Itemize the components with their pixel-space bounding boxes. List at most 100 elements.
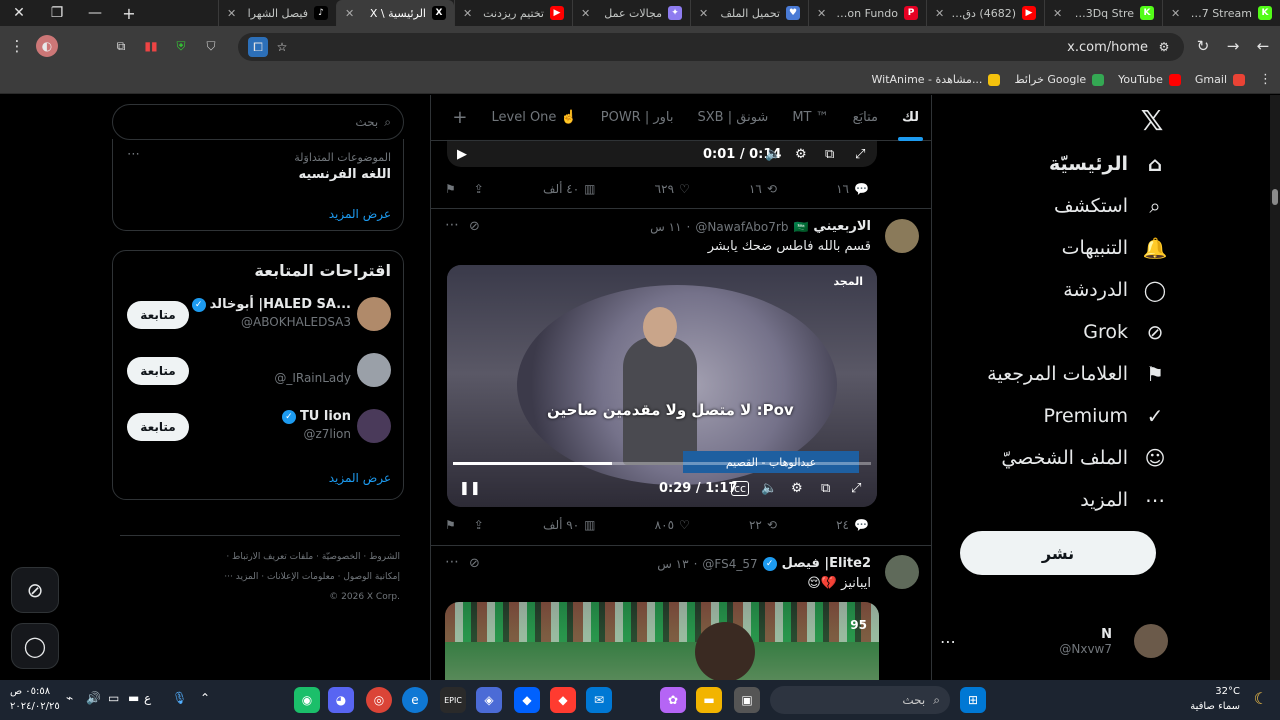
more-dots-icon[interactable]: ⋯: [445, 554, 459, 570]
bookmark-item[interactable]: WitAnime - مشاهدة...: [872, 73, 1001, 86]
install-app-icon[interactable]: ⧠: [248, 37, 268, 57]
tab-close-icon[interactable]: ✕: [227, 7, 237, 20]
bookmark-item[interactable]: خرائط Google: [1014, 73, 1105, 86]
timeline-tab[interactable]: Level One ☝️: [480, 95, 589, 141]
app-icon[interactable]: ◈: [476, 687, 502, 713]
captions-icon[interactable]: cc: [731, 480, 750, 496]
scrollbar-thumb[interactable]: [1272, 189, 1278, 205]
like-button[interactable]: ♡ ٦٢٩: [655, 182, 690, 196]
suggestion-name-row[interactable]: أبوخالد |HALED SA... ✓: [191, 297, 351, 312]
address-bar[interactable]: ⧠ ☆ x.com/home ⚙: [238, 33, 1184, 61]
new-tab-button[interactable]: +: [114, 0, 144, 26]
play-icon[interactable]: ▶: [457, 147, 467, 162]
shield-icon[interactable]: ⛨: [170, 35, 192, 57]
epic-games-icon[interactable]: EPIC: [440, 687, 466, 713]
tab-close-icon[interactable]: ✕: [1053, 7, 1063, 20]
reply-button[interactable]: 💬 ٢٤: [836, 518, 869, 532]
menu-icon[interactable]: ⋮: [2, 31, 32, 61]
taskbar-search[interactable]: ⌕ بحث: [770, 686, 950, 714]
clock[interactable]: ٠٥:٥٨ ص ٢٠٢٤/٠٢/٢٥: [10, 684, 60, 714]
share-icon[interactable]: ⇪: [474, 518, 484, 532]
nav-item[interactable]: ⋯ المزيد: [1080, 487, 1168, 513]
suggestion-name-row[interactable]: TU lion ✓: [281, 409, 351, 424]
nav-item[interactable]: ◯ الدردشة: [1063, 277, 1168, 303]
post-author-handle[interactable]: @NawafAbo7rb: [695, 220, 788, 234]
forward-icon[interactable]: →: [1218, 31, 1248, 61]
nav-item[interactable]: ✓ Premium: [1043, 403, 1168, 429]
nav-item[interactable]: ☺ الملف الشخصيّ: [1001, 445, 1168, 471]
dropbox-icon[interactable]: ◆: [514, 687, 540, 713]
account-switcher[interactable]: N @Nxvw7 ⋯: [940, 621, 1168, 661]
settings-icon[interactable]: ⚙: [795, 147, 807, 162]
tab-close-icon[interactable]: ✕: [345, 7, 355, 20]
footer-line[interactable]: الشروط · الخصوصيّة · ملفات تعريف الارتبا…: [120, 547, 400, 567]
back-icon[interactable]: ←: [1248, 31, 1278, 61]
more-dots-icon[interactable]: ⋯: [940, 632, 956, 651]
grok-icon[interactable]: ⊘: [469, 219, 480, 234]
window-close-button[interactable]: ✕: [0, 0, 38, 26]
windows-start-icon[interactable]: ⊞: [960, 687, 986, 713]
task-view-icon[interactable]: ▣: [734, 687, 760, 713]
scrollbar[interactable]: [1270, 95, 1280, 680]
tab-close-icon[interactable]: ✕: [1171, 7, 1181, 20]
browser-tab[interactable]: K MSA3Dq Stre ✕: [1044, 0, 1162, 26]
extensions-icon[interactable]: ⧉: [110, 35, 132, 57]
search-input[interactable]: ⌕ بحث: [112, 104, 404, 140]
browser-tab[interactable]: K Nxv7 Stream ✕: [1162, 0, 1280, 26]
whatsapp-icon[interactable]: ◉: [294, 687, 320, 713]
outlook-icon[interactable]: ✉: [586, 687, 612, 713]
settings-icon[interactable]: ⚙: [791, 481, 803, 496]
nav-item[interactable]: 🔔 التنبيهات: [1062, 235, 1168, 261]
display-icon[interactable]: ▭: [108, 691, 119, 705]
post-time[interactable]: ١١ س: [650, 220, 681, 234]
bookmark-item[interactable]: Gmail: [1195, 73, 1245, 86]
more-dots-icon[interactable]: ⋯: [445, 217, 459, 233]
repost-button[interactable]: ⟲ ٢٢: [749, 518, 777, 532]
network-icon[interactable]: ⌁: [66, 691, 73, 705]
show-more-link[interactable]: عرض المزيد: [329, 207, 391, 221]
browser-tab[interactable]: ✦ مجالات عمل ✕: [572, 0, 690, 26]
post-video[interactable]: المجد Pov: لا متصل ولا مقدمين صاحين عبدا…: [447, 265, 877, 507]
trend-topic[interactable]: اللغه الفرنسيه: [299, 167, 391, 182]
browser-tab[interactable]: ▶ (4682) دق دق ✕: [926, 0, 1044, 26]
chevron-up-icon[interactable]: ⌃: [200, 691, 210, 705]
discord-icon[interactable]: ◕: [328, 687, 354, 713]
suggestion-avatar[interactable]: [357, 409, 391, 443]
nav-item[interactable]: ⌂ الرئيسيّة: [1049, 151, 1168, 177]
browser-tab[interactable]: ♥ تحميل الملف ✕: [690, 0, 808, 26]
follow-button[interactable]: متابعة: [127, 357, 189, 385]
fullscreen-icon[interactable]: ⤢: [851, 481, 861, 496]
tab-close-icon[interactable]: ✕: [935, 7, 945, 20]
weather-widget[interactable]: 32°C سماء صافية: [1190, 684, 1240, 714]
grok-float-button[interactable]: ⊘: [11, 567, 59, 613]
post-author-name[interactable]: فيصل |Elite2: [782, 556, 871, 571]
extension-bars-icon[interactable]: ▮▮: [140, 35, 162, 57]
post-video[interactable]: 95: [445, 602, 879, 680]
tab-close-icon[interactable]: ✕: [817, 7, 827, 20]
volume-icon[interactable]: 🔈: [761, 481, 777, 496]
timeline-tab[interactable]: SXB | شونق: [686, 95, 781, 141]
follow-button[interactable]: متابعة: [127, 301, 189, 329]
show-more-link[interactable]: عرض المزيد: [329, 471, 391, 485]
battery-icon[interactable]: ▬: [128, 691, 139, 705]
browser-tab[interactable]: ▶ تختيم ريزدنت ✕: [454, 0, 572, 26]
video-progress-track[interactable]: [453, 462, 871, 465]
picture-in-picture-icon[interactable]: ⧉: [821, 481, 830, 496]
timeline-tab[interactable]: POWR | باور: [589, 95, 686, 141]
like-button[interactable]: ♡ ٨٠٥: [655, 518, 690, 532]
x-logo-icon[interactable]: 𝕏: [1136, 105, 1168, 137]
nav-item[interactable]: ⚑ العلامات المرجعية: [987, 361, 1168, 387]
fullscreen-icon[interactable]: ⤢: [855, 147, 865, 162]
bookmark-icon[interactable]: ⚑: [445, 518, 456, 532]
share-icon[interactable]: ⇪: [474, 182, 484, 196]
volume-icon[interactable]: 🔊: [86, 691, 101, 705]
post-author-handle[interactable]: @FS4_57: [702, 557, 757, 571]
file-explorer-icon[interactable]: ▬: [696, 687, 722, 713]
tab-close-icon[interactable]: ✕: [699, 7, 709, 20]
reply-button[interactable]: 💬 ١٦: [836, 182, 869, 196]
tab-close-icon[interactable]: ✕: [581, 7, 591, 20]
copilot-icon[interactable]: ✿: [660, 687, 686, 713]
more-dots-icon[interactable]: ⋯: [127, 147, 140, 162]
site-settings-icon[interactable]: ⚙: [1154, 37, 1174, 57]
bookmark-item[interactable]: YouTube: [1118, 73, 1181, 86]
